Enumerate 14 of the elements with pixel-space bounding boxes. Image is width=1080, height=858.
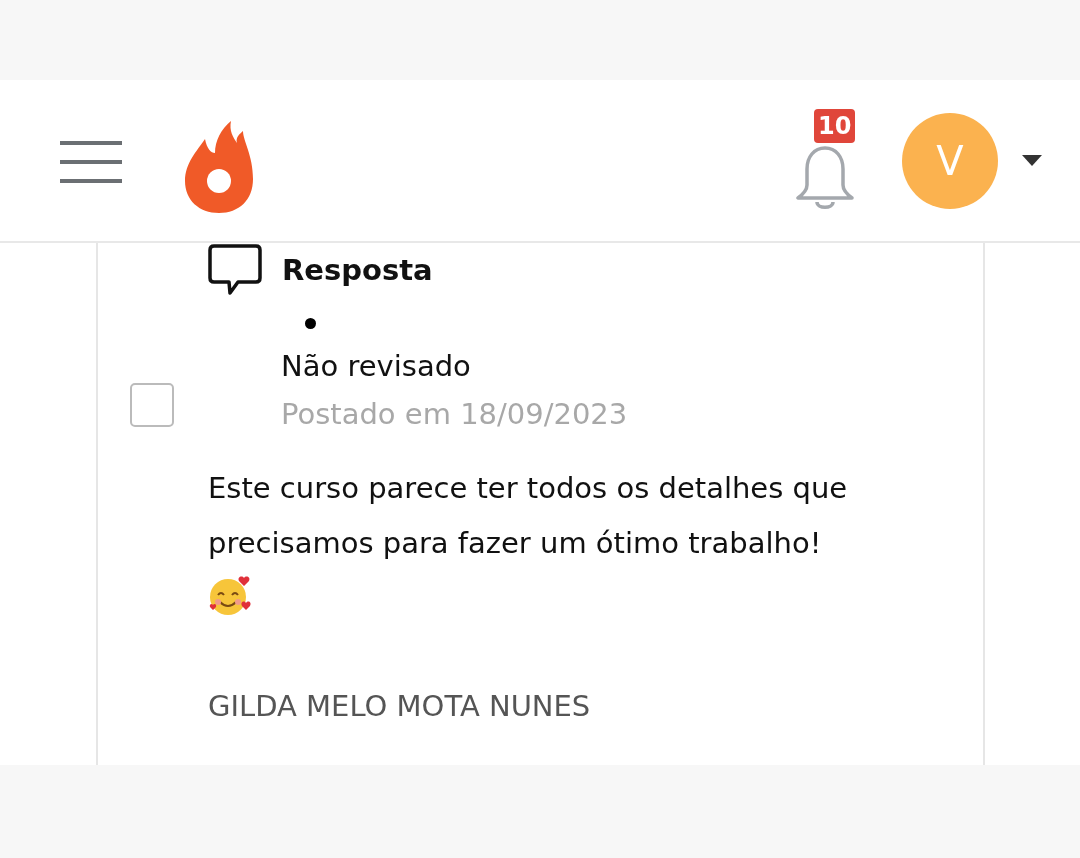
checkbox[interactable] — [130, 383, 174, 427]
posted-date: Postado em 18/09/2023 — [281, 397, 628, 431]
speech-bubble-icon — [208, 244, 262, 296]
author-name: GILDA MELO MOTA NUNES — [208, 689, 591, 723]
comment-title: Resposta — [282, 253, 433, 287]
notification-badge: 10 — [814, 108, 856, 143]
caret-icon[interactable] — [1022, 155, 1042, 166]
flame-logo-icon[interactable] — [185, 120, 253, 213]
avatar[interactable]: V — [902, 112, 998, 209]
comment-text: Este curso parece ter todos os detalhes que precisamos para fazer um ótimo trabalho! — [208, 470, 849, 562]
review-status: Não revisado — [281, 349, 472, 383]
smiling-face-hearts-icon — [208, 575, 252, 617]
menu-icon[interactable] — [60, 140, 122, 183]
bullet-icon — [305, 318, 316, 329]
